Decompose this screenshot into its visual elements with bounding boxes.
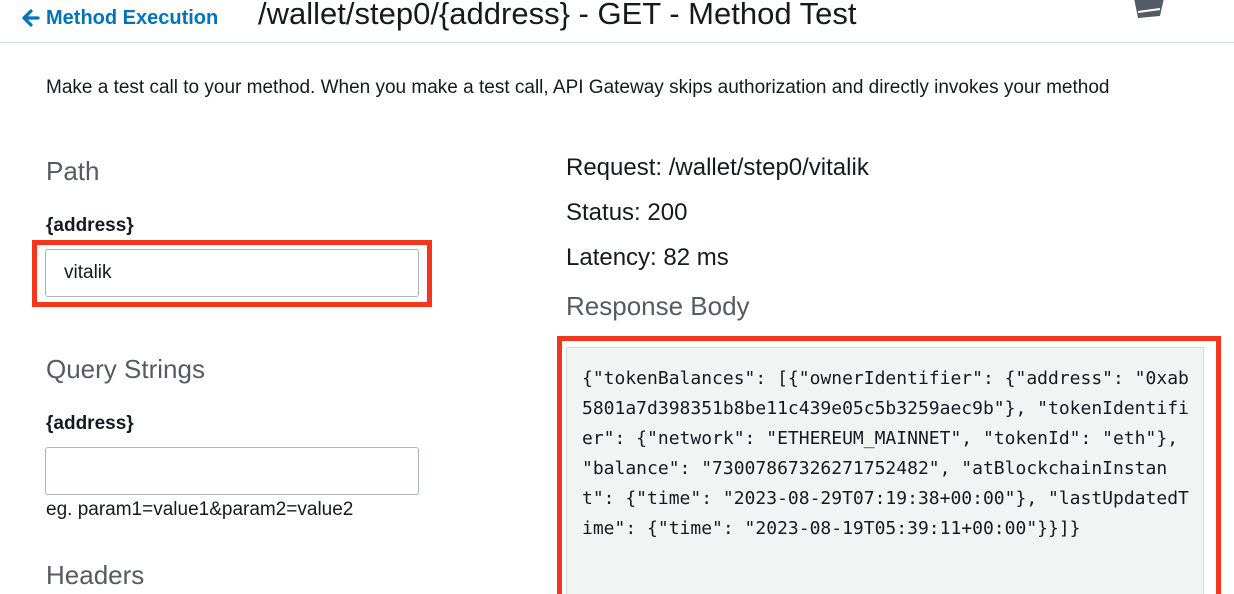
back-to-method-execution-link[interactable]: Method Execution: [22, 5, 218, 31]
back-link-label: Method Execution: [46, 6, 219, 29]
top-bar: Method Execution /wallet/step0/{address}…: [0, 0, 1234, 43]
query-strings-input[interactable]: [45, 447, 419, 495]
page-title: /wallet/step0/{address} - GET - Method T…: [258, 0, 857, 31]
book-icon[interactable]: [1130, 0, 1166, 18]
response-highlight-box: [557, 336, 1221, 594]
status-text: Status: 200: [566, 199, 688, 226]
query-strings-heading: Query Strings: [46, 354, 205, 384]
intro-text: Make a test call to your method. When yo…: [46, 77, 1110, 98]
latency-text: Latency: 82 ms: [566, 244, 729, 271]
headers-heading: Headers: [46, 560, 145, 590]
arrow-left-icon: [22, 9, 40, 27]
path-heading: Path: [46, 156, 100, 186]
response-body-heading: Response Body: [566, 291, 750, 321]
request-path-text: Request: /wallet/step0/vitalik: [566, 154, 869, 181]
query-strings-hint: eg. param1=value1&param2=value2: [46, 499, 354, 520]
query-address-label: {address}: [46, 413, 134, 434]
path-address-label: {address}: [46, 215, 134, 236]
path-address-input[interactable]: [45, 249, 419, 297]
